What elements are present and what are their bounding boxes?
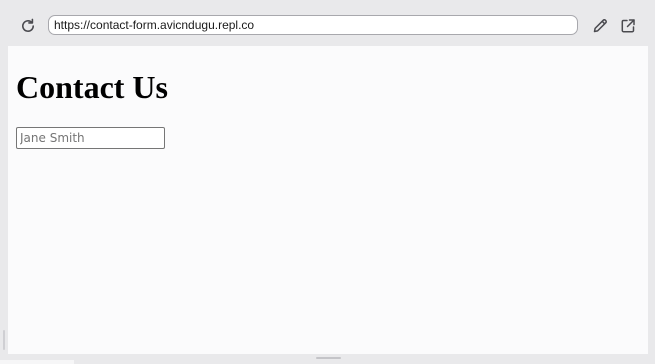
edit-button[interactable] — [589, 15, 611, 37]
browser-window: https://contact-form.avicndugu.repl.co C… — [0, 0, 655, 364]
name-input[interactable] — [16, 127, 165, 149]
page-title: Contact Us — [16, 69, 168, 105]
open-external-icon — [619, 17, 637, 35]
bottom-resize-handle[interactable] — [316, 357, 341, 359]
pencil-icon — [591, 17, 609, 35]
url-text: https://contact-form.avicndugu.repl.co — [54, 18, 255, 32]
reload-icon — [19, 17, 37, 35]
browser-toolbar: https://contact-form.avicndugu.repl.co — [0, 0, 655, 46]
page-viewport: Contact Us — [8, 46, 648, 354]
side-resize-handle[interactable] — [3, 330, 5, 350]
bottom-tab-strip — [0, 360, 74, 364]
reload-button[interactable] — [17, 15, 39, 37]
open-in-new-tab-button[interactable] — [617, 15, 639, 37]
address-bar[interactable]: https://contact-form.avicndugu.repl.co — [48, 15, 578, 35]
